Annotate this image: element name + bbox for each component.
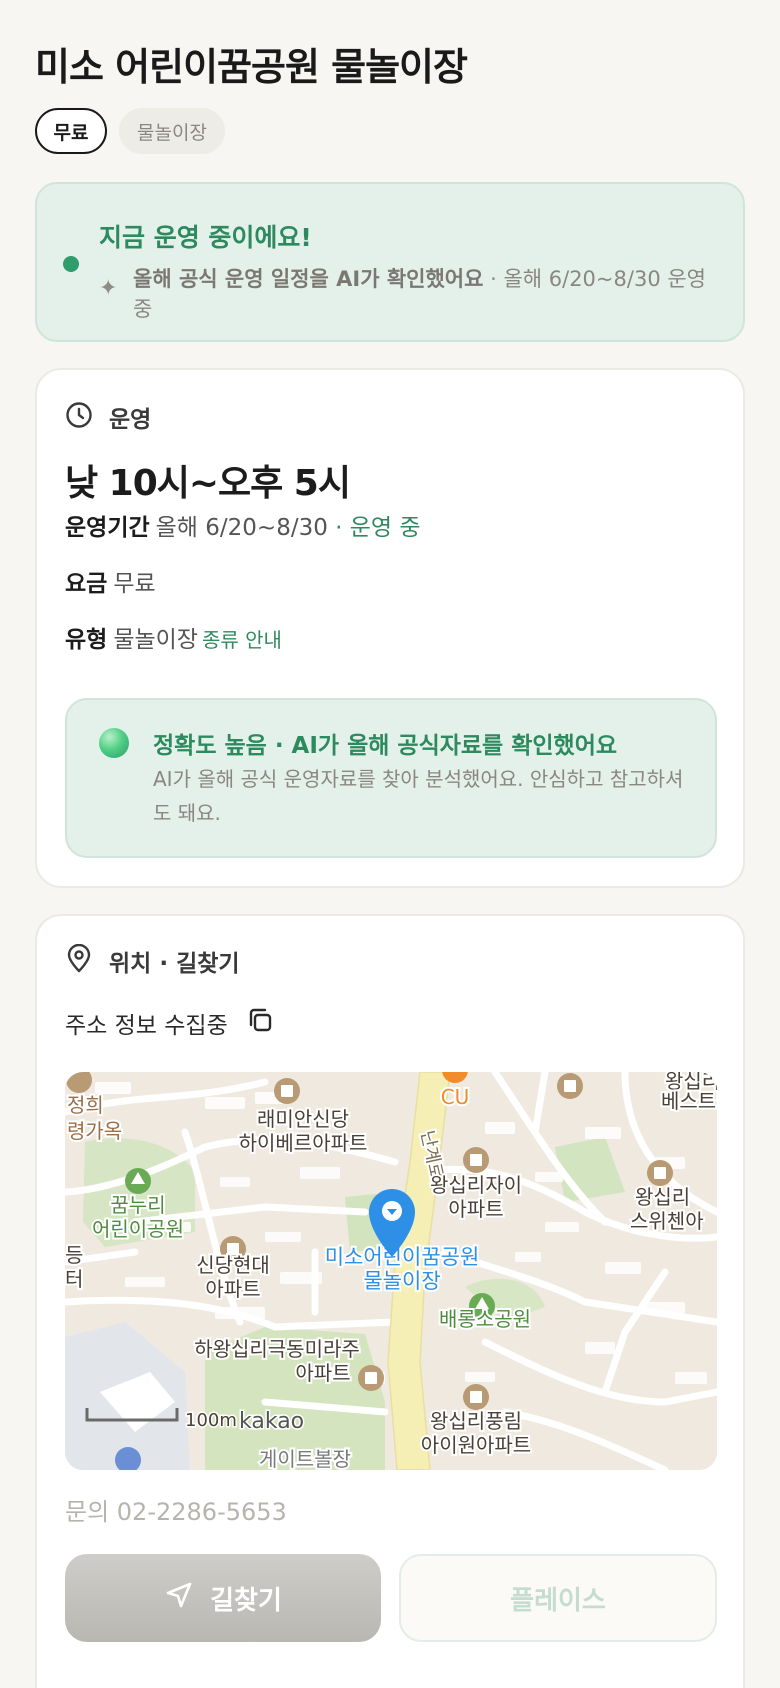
map-label: 어린이공원 xyxy=(92,1217,184,1241)
ai-accuracy-description: AI가 올해 공식 운영자료를 찾아 분석했어요. 안심하고 참고하셔도 돼요. xyxy=(153,767,684,825)
contact-phone[interactable]: 문의 02-2286-5653 xyxy=(65,1492,287,1527)
place-label: 플레이스 xyxy=(510,1585,606,1616)
navigation-arrow-icon xyxy=(164,1580,194,1617)
period-value: 올해 6/20~8/30 xyxy=(155,515,328,541)
map-target-label: 물놀이장 xyxy=(363,1269,440,1293)
place-button[interactable]: 플레이스 xyxy=(399,1554,717,1642)
map-label: 왕십리자이 xyxy=(430,1173,522,1197)
map-label: 하이베르아파트 xyxy=(239,1131,368,1155)
period-row: 운영기간 올해 6/20~8/30 · 운영 중 xyxy=(65,508,421,542)
tag-chips: 무료 물놀이장 xyxy=(35,108,225,154)
map-label: 아파트 xyxy=(295,1361,350,1385)
type-guide-link[interactable]: 종류 안내 xyxy=(202,628,282,652)
map-label: 정희 xyxy=(67,1093,104,1117)
map-label: 배롱소공원 xyxy=(439,1307,531,1331)
fee-row: 요금 무료 xyxy=(65,564,156,598)
operating-hours: 낮 10시~오후 5시 xyxy=(65,463,351,504)
type-key: 유형 xyxy=(65,627,108,653)
ai-accuracy-box: 정확도 높음 · AI가 올해 공식자료를 확인했어요 AI가 올해 공식 운영… xyxy=(65,698,717,858)
status-dot-icon xyxy=(63,256,79,272)
address-row: 주소 정보 수집중 xyxy=(65,1006,274,1040)
map-label: 꿈누리 xyxy=(110,1193,165,1217)
operating-hours-card: 운영 낮 10시~오후 5시 운영기간 올해 6/20~8/30 · 운영 중 요… xyxy=(35,368,745,888)
map-label: 왕십리풍림 xyxy=(430,1409,522,1433)
page-title: 미소 어린이꿈공원 물놀이장 xyxy=(35,45,468,89)
clock-icon xyxy=(65,401,93,433)
map-label: 아파트 xyxy=(205,1277,260,1301)
ai-accuracy-title: 정확도 높음 · AI가 올해 공식자료를 확인했어요 xyxy=(153,733,618,759)
chip-category[interactable]: 물놀이장 xyxy=(119,108,225,154)
period-key: 운영기간 xyxy=(65,515,150,541)
map-label: 게이트볼장 xyxy=(259,1447,351,1470)
status-desc-bold: 올해 공식 운영 일정을 AI가 확인했어요 xyxy=(133,267,484,291)
operating-status-card: 지금 운영 중이에요! ✦ 올해 공식 운영 일정을 AI가 확인했어요 · 올… xyxy=(35,182,745,342)
period-status: · 운영 중 xyxy=(327,515,421,541)
address-text: 주소 정보 수집중 xyxy=(65,1013,228,1039)
map-scale-label: 100m xyxy=(185,1410,237,1431)
map-label: 왕십리 xyxy=(635,1185,690,1209)
fee-key: 요금 xyxy=(65,571,108,597)
chip-free[interactable]: 무료 xyxy=(35,108,107,154)
map-label: 베스트빌 xyxy=(661,1089,717,1113)
location-section-label: 위치 · 길찾기 xyxy=(109,951,240,977)
map-label: 터 xyxy=(65,1267,83,1291)
hours-section-label: 운영 xyxy=(109,407,152,433)
map-label: 래미안신당 xyxy=(257,1107,349,1131)
map-label: 아파트 xyxy=(448,1197,503,1221)
map-label: 신당현대 xyxy=(196,1253,270,1277)
map-label: 하왕십리극동미라주 xyxy=(194,1337,360,1361)
map-label: 등 xyxy=(65,1243,83,1267)
map-label: 아이원아파트 xyxy=(421,1433,531,1457)
type-row: 유형 물놀이장 종류 안내 xyxy=(65,620,282,654)
location-section-header: 위치 · 길찾기 xyxy=(65,943,240,978)
map-label: 스위첸아 xyxy=(630,1209,704,1233)
status-description: 올해 공식 운영 일정을 AI가 확인했어요 · 올해 6/20~8/30 운영… xyxy=(133,264,723,324)
directions-label: 길찾기 xyxy=(210,1585,282,1616)
hours-section-header: 운영 xyxy=(65,400,151,434)
ai-orb-icon xyxy=(99,728,129,758)
location-pin-icon xyxy=(65,943,93,978)
map-label: CU xyxy=(441,1085,470,1109)
map-label: 령가옥 xyxy=(67,1119,122,1143)
directions-button[interactable]: 길찾기 xyxy=(65,1554,381,1642)
map-target-label: 미소어린이꿈공원 xyxy=(325,1245,480,1269)
location-card: 위치 · 길찾기 주소 정보 수집중 정희 령가옥 래미안신당 하이베르아파트 … xyxy=(35,914,745,1688)
sparkle-icon: ✦ xyxy=(99,276,118,301)
map-canvas: 정희 령가옥 래미안신당 하이베르아파트 CU 왕십리다 베스트빌 난계로 꿈누… xyxy=(65,1072,717,1470)
status-title: 지금 운영 중이에요! xyxy=(99,223,312,252)
location-map[interactable]: 정희 령가옥 래미안신당 하이베르아파트 CU 왕십리다 베스트빌 난계로 꿈누… xyxy=(65,1072,717,1470)
type-value: 물놀이장 xyxy=(113,627,198,653)
copy-icon[interactable] xyxy=(246,1006,274,1040)
kakao-logo: kakao xyxy=(239,1409,304,1434)
fee-value: 무료 xyxy=(113,571,156,597)
